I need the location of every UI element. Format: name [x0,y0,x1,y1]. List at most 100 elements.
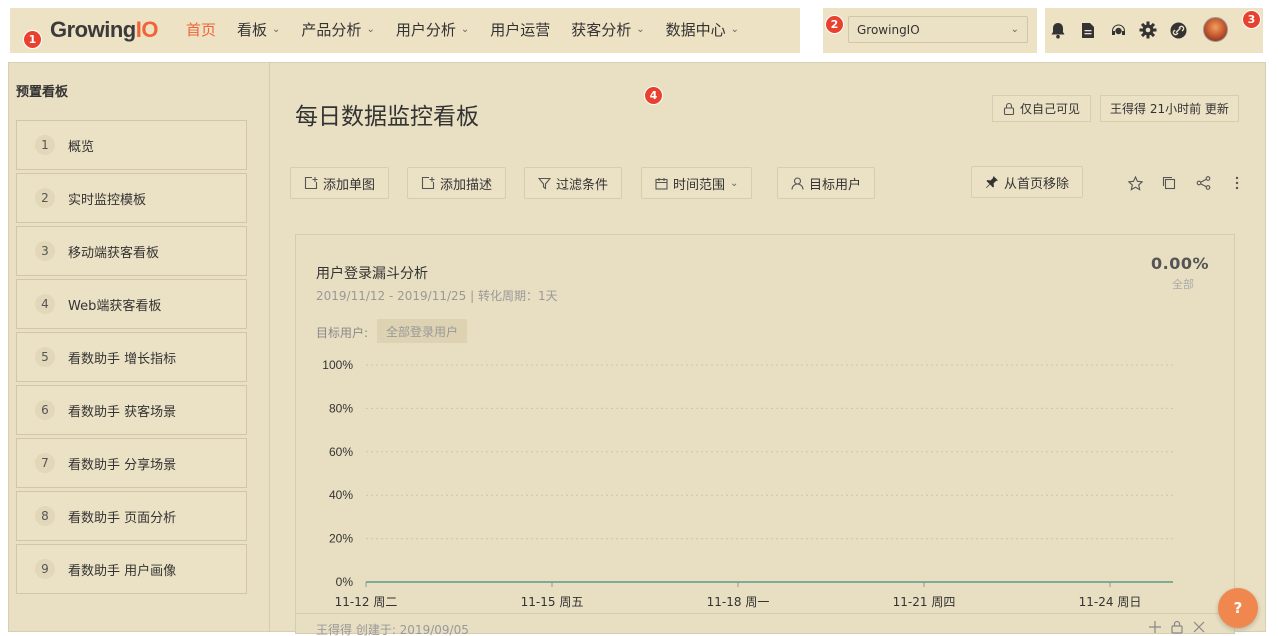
nav-item-label: 看板 [237,21,268,39]
badge-2: 2 [825,15,844,34]
card-title[interactable]: 用户登录漏斗分析 [316,263,428,283]
sidebar-item[interactable]: 3 移动端获客看板 [16,226,247,276]
nav-item-label: 获客分析 [571,21,632,39]
nav-item-4[interactable]: 用户运营 [490,19,550,40]
nav-item-1[interactable]: 看板 ⌄ [237,19,280,40]
chevron-down-icon: ⌄ [730,177,739,189]
add-chart-label: 添加单图 [323,177,376,193]
x-tick-label: 11-15 周五 [521,595,584,609]
chevron-down-icon: ⌄ [366,24,375,35]
help-button[interactable]: ? [1218,588,1258,628]
y-tick-label: 0% [336,575,354,589]
sidebar: 预置看板 1 概览 2 实时监控模板 3 移动端获客看板 4 Web端获客看板 5 看数助手 增长… [8,62,270,632]
remove-from-home-label: 从首页移除 [1004,176,1070,192]
nav-item-2[interactable]: 产品分析 ⌄ [301,19,374,40]
close-icon[interactable] [1192,620,1206,634]
updated-tag: 王得得 21小时前 更新 [1100,95,1239,122]
chevron-down-icon: ⌄ [1010,24,1019,35]
page-title: 每日数据监控看板 [295,104,479,130]
sidebar-item-number: 9 [35,559,55,579]
document-icon[interactable] [1073,18,1103,42]
visibility-tag[interactable]: 仅自己可见 [992,95,1092,122]
remove-from-home-button[interactable]: 从首页移除 [971,166,1084,198]
target-user-label: 目标用户 [809,177,862,193]
badge-1: 1 [23,30,42,49]
filter-label: 过滤条件 [556,177,609,193]
lock-icon[interactable] [1170,620,1184,634]
sidebar-item-label: 移动端获客看板 [68,245,160,261]
sidebar-item-label: 实时监控模板 [68,192,147,208]
sidebar-item-label: Web端获客看板 [68,298,162,314]
card-percent-label: 全部 [1172,278,1194,291]
sidebar-item-label: 看数助手 用户画像 [68,563,177,579]
add-description-icon [421,176,435,190]
user-icon [791,176,804,190]
nav-item-3[interactable]: 用户分析 ⌄ [396,19,469,40]
card-percent: 0.00% [1150,254,1209,273]
star-icon[interactable] [1118,172,1152,194]
y-tick-label: 40% [329,488,353,502]
nav-item-label: 产品分析 [301,21,362,39]
lock-icon [1003,102,1015,115]
plus-icon[interactable] [1148,620,1162,634]
sidebar-item[interactable]: 5 看数助手 增长指标 [16,332,247,382]
add-chart-button[interactable]: 添加单图 [290,167,390,199]
bell-icon[interactable] [1043,18,1073,42]
filter-icon [538,177,551,190]
visibility-label: 仅自己可见 [1020,102,1081,116]
y-tick-label: 20% [329,532,353,546]
badge-3: 3 [1242,10,1261,29]
y-tick-label: 80% [329,401,353,415]
project-select[interactable]: GrowingIO ⌄ [848,16,1028,43]
avatar[interactable] [1203,17,1228,42]
logo[interactable]: GrowingIO [50,17,158,43]
add-chart-icon [304,176,318,190]
sidebar-item[interactable]: 7 看数助手 分享场景 [16,438,247,488]
chevron-down-icon: ⌄ [272,24,281,35]
sidebar-item-label: 概览 [68,139,95,155]
sidebar-item-number: 8 [35,506,55,526]
card-footer-divider [296,613,1234,614]
project-select-value: GrowingIO [857,22,920,37]
gear-icon[interactable] [1133,18,1163,42]
nav-item-6[interactable]: 数据中心 ⌄ [666,19,739,40]
sidebar-item-number: 7 [35,453,55,473]
sidebar-item[interactable]: 9 看数助手 用户画像 [16,544,247,594]
filter-button[interactable]: 过滤条件 [524,167,623,199]
nav-item-label: 首页 [186,21,217,39]
nav-item-5[interactable]: 获客分析 ⌄ [571,19,644,40]
share-icon[interactable] [1186,172,1220,194]
copy-icon[interactable] [1152,172,1186,194]
nav-item-0[interactable]: 首页 [186,19,216,40]
sidebar-item-number: 4 [35,294,55,314]
add-description-button[interactable]: 添加描述 [407,167,507,199]
chevron-down-icon: ⌄ [730,24,740,35]
sidebar-item-label: 看数助手 分享场景 [68,457,177,473]
y-tick-label: 60% [329,445,353,459]
sidebar-item[interactable]: 6 看数助手 获客场景 [16,385,247,435]
target-user-caption: 目标用户: [316,326,369,340]
x-tick-label: 11-18 周一 [707,595,770,609]
sidebar-item[interactable]: 4 Web端获客看板 [16,279,247,329]
headset-icon[interactable] [1103,18,1133,42]
sidebar-item[interactable]: 8 看数助手 页面分析 [16,491,247,541]
funnel-chart: 100% 80% 60% 40% 20% 0% 11-12 周二 11-15 周五 11-18 … [322,358,1173,609]
main-nav: 首页 看板 ⌄ 产品分析 ⌄ 用户分析 ⌄ 用户运营 获客分析 ⌄ 数据中心 ⌄ [186,19,760,40]
sidebar-item[interactable]: 2 实时监控模板 [16,173,247,223]
link-icon[interactable] [1163,18,1193,42]
x-tick-label: 11-12 周二 [335,595,398,609]
sidebar-item-number: 3 [35,241,55,261]
calendar-icon [655,177,668,190]
pin-icon [986,176,998,188]
time-range-button[interactable]: 时间范围 ⌄ [641,167,753,199]
sidebar-item[interactable]: 1 概览 [16,120,247,170]
x-tick-label: 11-21 周四 [893,595,956,609]
chevron-down-icon: ⌄ [460,24,470,35]
sidebar-item-number: 2 [35,188,55,208]
card-subtitle: 2019/11/12 - 2019/11/25 | 转化周期：1天 [316,289,558,303]
target-user-button[interactable]: 目标用户 [777,167,876,199]
more-icon[interactable] [1220,172,1254,194]
sidebar-item-number: 1 [35,135,55,155]
sidebar-item-label: 看数助手 获客场景 [68,404,177,420]
sidebar-item-label: 看数助手 页面分析 [68,510,177,526]
